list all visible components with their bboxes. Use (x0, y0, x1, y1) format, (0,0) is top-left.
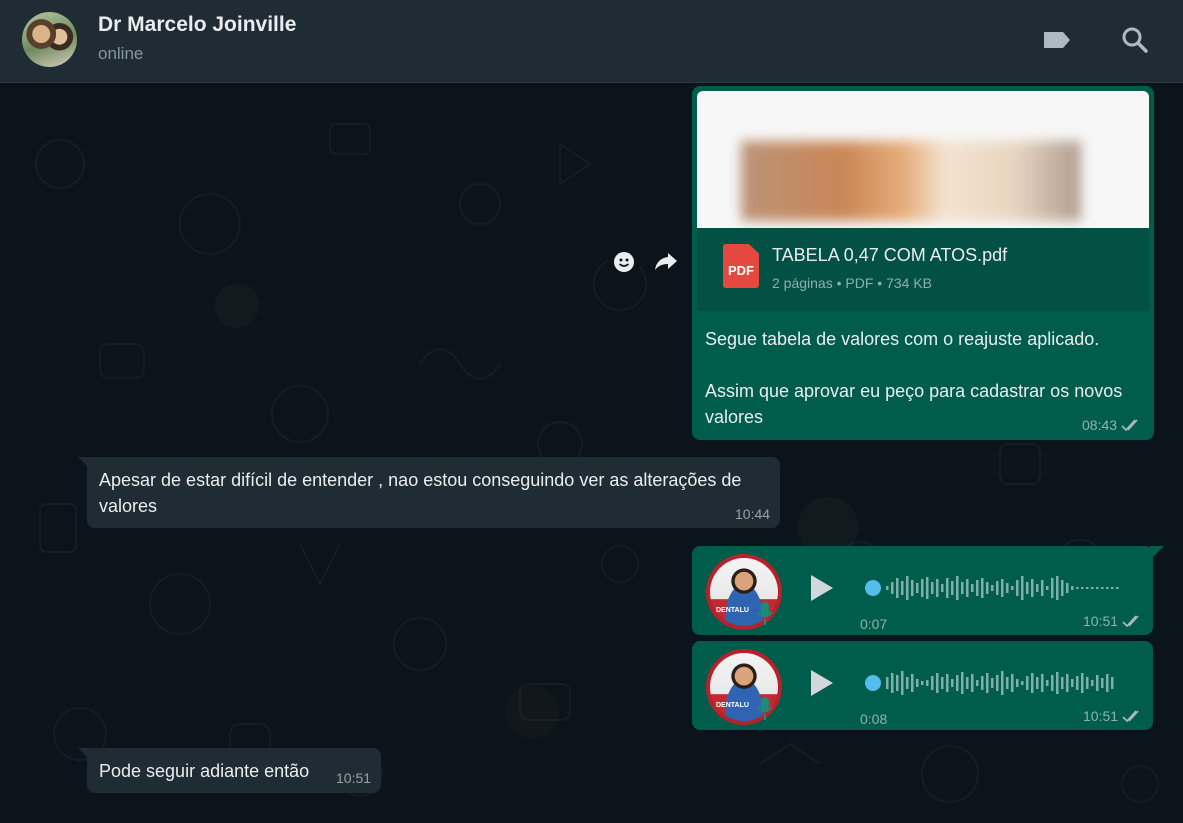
search-icon[interactable] (1119, 24, 1151, 56)
document-file-row[interactable]: PDF TABELA 0,47 COM ATOS.pdf 2 páginas •… (697, 228, 1149, 311)
waveform[interactable] (858, 665, 1128, 695)
double-check-icon (1121, 419, 1138, 432)
emoji-icon (614, 252, 634, 272)
message-time: 10:51 (336, 770, 372, 786)
blurred-preview-image (741, 141, 1081, 221)
message-meta: 10:44 (735, 506, 770, 522)
waveform[interactable] (858, 570, 1128, 600)
double-check-icon (1122, 710, 1139, 723)
react-button[interactable] (608, 246, 640, 278)
message-meta: 10:51 (1083, 708, 1142, 724)
contact-name[interactable]: Dr Marcelo Joinville (98, 13, 296, 37)
waveform-scrubber[interactable] (865, 675, 881, 691)
voice-message[interactable]: DENTALU 0:07 10:51 (692, 546, 1153, 635)
play-icon[interactable] (806, 668, 836, 698)
avatar[interactable] (22, 12, 77, 67)
pdf-icon: PDF (723, 244, 759, 288)
bubble-tail (1150, 546, 1164, 560)
microphone-icon (757, 697, 773, 720)
document-preview[interactable] (697, 91, 1149, 228)
forward-button[interactable] (650, 246, 682, 278)
label-icon[interactable] (1041, 24, 1073, 56)
avatar-brand: DENTALU (716, 702, 749, 709)
microphone-icon (757, 602, 773, 625)
message-time: 10:44 (735, 506, 771, 522)
message-text: Apesar de estar difícil de entender , na… (99, 470, 742, 516)
avatar-brand: DENTALU (716, 607, 749, 614)
message-meta: 10:51 (336, 770, 371, 786)
double-check-icon (1122, 615, 1139, 628)
message-time: 10:51 (1083, 613, 1119, 629)
document-caption: Segue tabela de valores com o reajuste a… (705, 326, 1145, 430)
file-name: TABELA 0,47 COM ATOS.pdf (772, 245, 1008, 265)
voice-duration: 0:07 (860, 616, 888, 632)
message-time: 08:43 (1082, 417, 1118, 433)
message-meta: 08:43 (1082, 417, 1141, 433)
caption-line: Segue tabela de valores com o reajuste a… (705, 329, 1100, 349)
file-info: 2 páginas • PDF • 734 KB (772, 275, 933, 291)
caption-line: Assim que aprovar eu peço para cadastrar… (705, 381, 1123, 427)
contact-status: online (98, 44, 144, 63)
play-icon[interactable] (806, 573, 836, 603)
incoming-message[interactable]: Apesar de estar difícil de entender , na… (87, 457, 780, 528)
caption-spacer (705, 352, 1145, 378)
chat-header: Dr Marcelo Joinville online (0, 0, 1183, 83)
message-meta: 10:51 (1083, 613, 1142, 629)
forward-icon (655, 253, 677, 270)
incoming-message[interactable]: Pode seguir adiante então 10:51 (87, 748, 381, 793)
bubble-tail (78, 457, 92, 471)
voice-message[interactable]: DENTALU 0:08 10:51 (692, 641, 1153, 730)
document-message[interactable]: PDF TABELA 0,47 COM ATOS.pdf 2 páginas •… (692, 86, 1154, 440)
message-time: 10:51 (1083, 708, 1119, 724)
waveform-scrubber[interactable] (865, 580, 881, 596)
message-text: Pode seguir adiante então (99, 761, 310, 781)
voice-duration: 0:08 (860, 711, 888, 727)
